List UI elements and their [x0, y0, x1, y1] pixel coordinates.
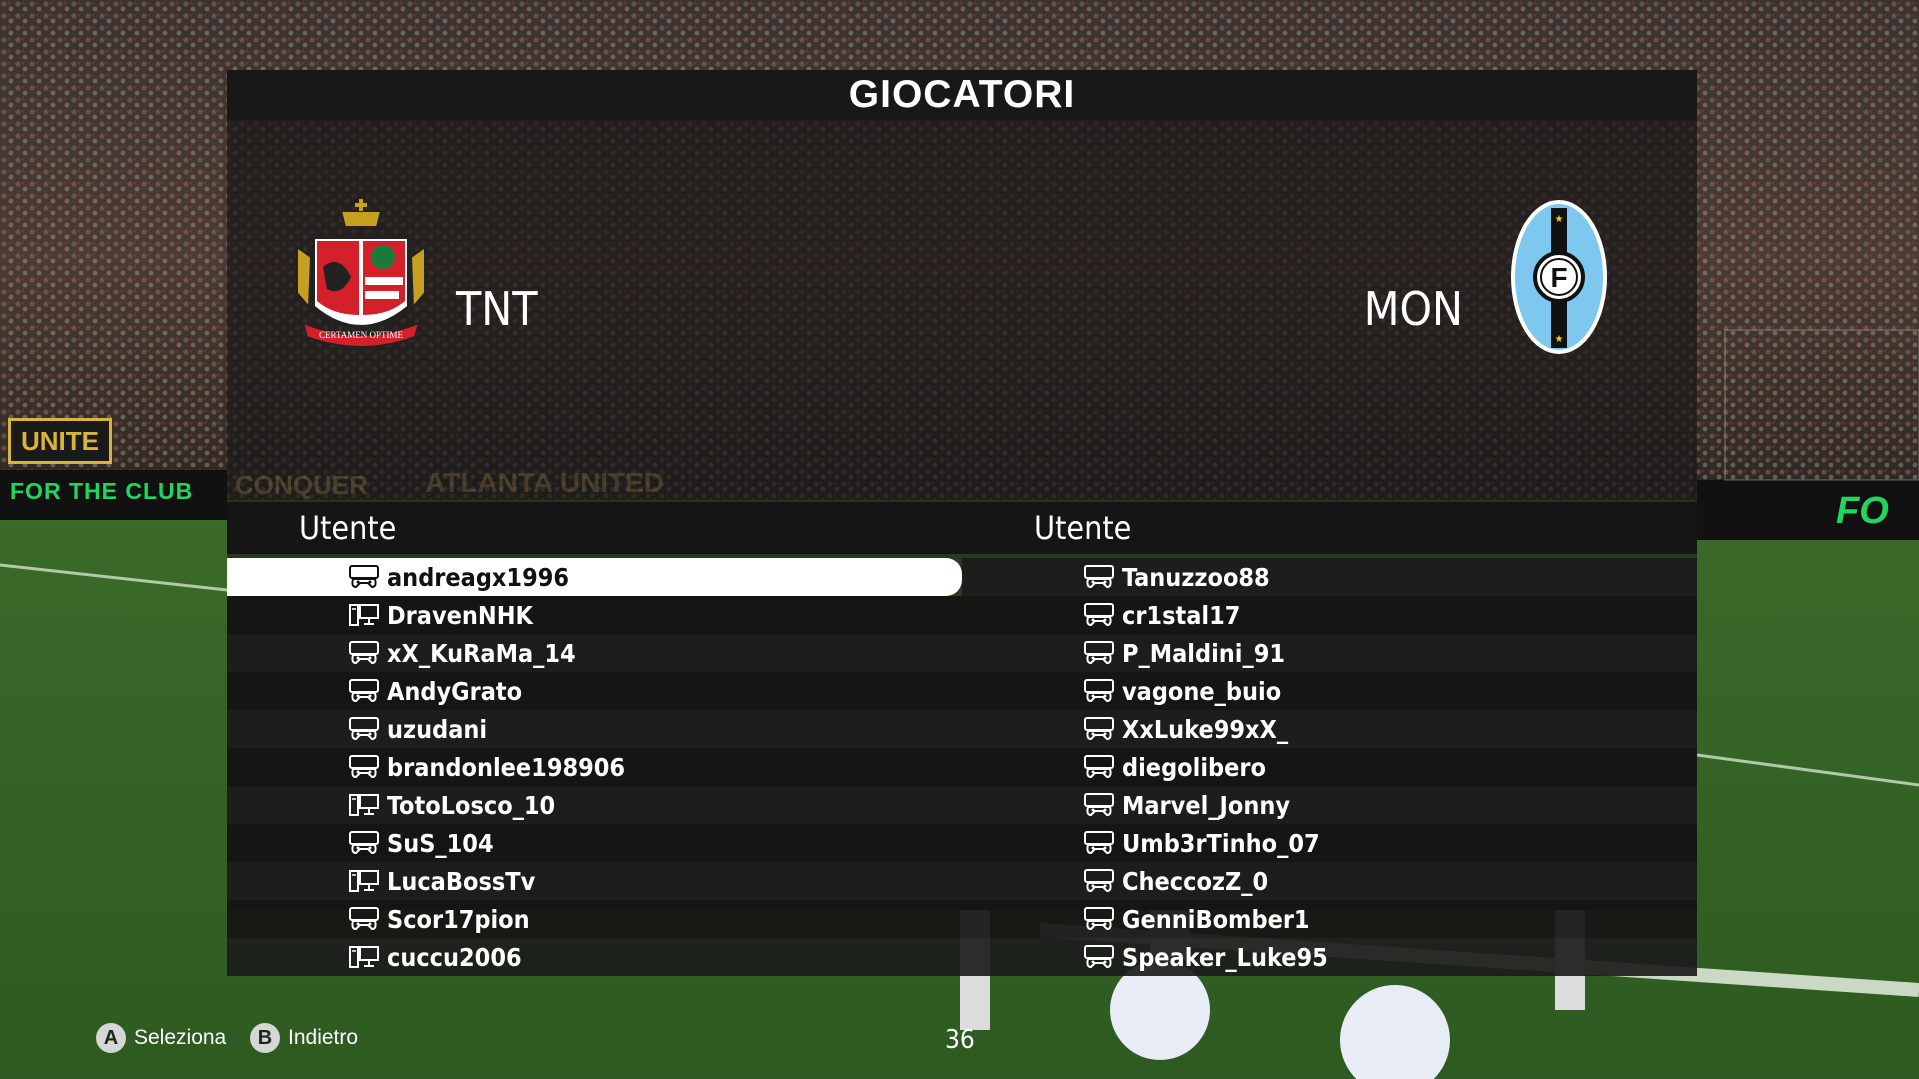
away-player-row[interactable]: Umb3rTinho_07	[962, 824, 1697, 862]
player-name: XxLuke99xX_	[1122, 714, 1289, 744]
player-name: brandonlee198906	[387, 752, 626, 782]
pc-icon	[349, 604, 379, 626]
away-column-header: Utente	[962, 502, 1697, 554]
svg-text:★: ★	[1555, 214, 1564, 225]
player-name: xX_KuRaMa_14	[387, 638, 576, 668]
home-player-row[interactable]: SuS_104	[227, 824, 962, 862]
home-team-crest: CERTAMEN OPTIME	[296, 199, 426, 348]
home-player-row[interactable]: brandonlee198906	[227, 748, 962, 786]
player-name: Umb3rTinho_07	[1122, 828, 1320, 858]
away-player-row[interactable]: P_Maldini_91	[962, 634, 1697, 672]
player-name: CheccozZ_0	[1122, 866, 1269, 896]
console-icon	[349, 565, 379, 589]
away-player-row[interactable]: XxLuke99xX_	[962, 710, 1697, 748]
player-name: cuccu2006	[387, 942, 522, 972]
svg-text:★: ★	[1555, 334, 1564, 345]
player-name: AndyGrato	[387, 676, 523, 706]
away-player-row[interactable]: Marvel_Jonny	[962, 786, 1697, 824]
home-player-row[interactable]: xX_KuRaMa_14	[227, 634, 962, 672]
players-panel: GIOCATORI CONQUER ATLANTA UNITED CERTAME…	[227, 70, 1697, 976]
player-name: andreagx1996	[387, 562, 570, 592]
player-name: LucaBossTv	[387, 866, 536, 896]
console-icon	[349, 641, 379, 665]
home-player-row[interactable]: Scor17pion	[227, 900, 962, 938]
away-players-list: Tanuzzoo88 cr1stal17 P_Maldini_91 vagone_bu…	[962, 554, 1697, 976]
pc-icon	[349, 794, 379, 816]
console-icon	[349, 831, 379, 855]
home-crest-motto: CERTAMEN OPTIME	[319, 330, 403, 340]
home-player-row[interactable]: AndyGrato	[227, 672, 962, 710]
pc-icon	[349, 946, 379, 968]
console-icon	[1084, 945, 1114, 969]
away-player-row[interactable]: GenniBomber1	[962, 900, 1697, 938]
page-title: GIOCATORI	[227, 70, 1697, 120]
away-team-crest: F ★ ★	[1511, 200, 1607, 354]
away-player-row[interactable]: diegolibero	[962, 748, 1697, 786]
console-icon	[349, 755, 379, 779]
header-banner-atlanta: ATLANTA UNITED	[425, 467, 664, 498]
console-icon	[1084, 793, 1114, 817]
away-player-row[interactable]: cr1stal17	[962, 596, 1697, 634]
console-icon	[349, 717, 379, 741]
player-name: DravenNHK	[387, 600, 533, 630]
console-icon	[349, 907, 379, 931]
player-name: Marvel_Jonny	[1122, 790, 1291, 820]
away-player-row[interactable]: Tanuzzoo88	[962, 558, 1697, 596]
select-hint[interactable]: A Seleziona	[96, 1023, 226, 1053]
console-icon	[1084, 907, 1114, 931]
home-players-list: andreagx1996 DravenNHK xX_KuRaMa_14 AndyGra…	[227, 554, 962, 976]
teams-header: CONQUER ATLANTA UNITED	[227, 120, 1697, 502]
console-icon	[1084, 831, 1114, 855]
b-button-icon: B	[250, 1023, 280, 1053]
stadium-banner-fo: FO	[1836, 490, 1889, 532]
player-name: cr1stal17	[1122, 600, 1241, 630]
player-name: uzudani	[387, 714, 488, 744]
player-name: TotoLosco_10	[387, 790, 556, 820]
console-icon	[1084, 717, 1114, 741]
player-name: vagone_buio	[1122, 676, 1282, 706]
away-player-row[interactable]: vagone_buio	[962, 672, 1697, 710]
player-name: P_Maldini_91	[1122, 638, 1286, 668]
a-button-icon: A	[96, 1023, 126, 1053]
back-label: Indietro	[288, 1026, 359, 1049]
home-player-row[interactable]: cuccu2006	[227, 938, 962, 976]
console-icon	[1084, 603, 1114, 627]
pc-icon	[349, 870, 379, 892]
console-icon	[1084, 679, 1114, 703]
player-name: Tanuzzoo88	[1122, 562, 1270, 592]
home-column-header: Utente	[227, 502, 962, 554]
home-player-row[interactable]: andreagx1996	[227, 558, 962, 596]
console-icon	[1084, 565, 1114, 589]
back-hint[interactable]: B Indietro	[250, 1023, 358, 1053]
select-label: Seleziona	[134, 1026, 227, 1049]
home-players-column: Utente andreagx1996 DravenNHK xX_KuRaMa_14…	[227, 502, 962, 980]
away-crest-letter: F	[1550, 262, 1567, 293]
player-name: Scor17pion	[387, 904, 530, 934]
home-team-abbr: TNT	[456, 282, 538, 336]
player-name: Speaker_Luke95	[1122, 942, 1328, 972]
stadium-banner-unite: UNITE	[8, 418, 112, 464]
console-icon	[1084, 641, 1114, 665]
away-player-row[interactable]: CheccozZ_0	[962, 862, 1697, 900]
console-icon	[1084, 869, 1114, 893]
home-player-row[interactable]: LucaBossTv	[227, 862, 962, 900]
away-team-abbr: MON	[1363, 282, 1463, 336]
console-icon	[1084, 755, 1114, 779]
header-banner-conquer: CONQUER	[235, 470, 368, 500]
page-number: 36	[945, 1025, 975, 1055]
away-players-column: Utente Tanuzzoo88 cr1stal17 P_Maldini_91va…	[962, 502, 1697, 980]
home-player-row[interactable]: TotoLosco_10	[227, 786, 962, 824]
stadium-banner-for-the-club: FOR THE CLUB	[10, 478, 194, 504]
away-player-row[interactable]: Speaker_Luke95	[962, 938, 1697, 976]
console-icon	[349, 679, 379, 703]
home-player-row[interactable]: uzudani	[227, 710, 962, 748]
player-name: diegolibero	[1122, 752, 1266, 782]
home-player-row[interactable]: DravenNHK	[227, 596, 962, 634]
player-name: GenniBomber1	[1122, 904, 1310, 934]
player-name: SuS_104	[387, 828, 494, 858]
